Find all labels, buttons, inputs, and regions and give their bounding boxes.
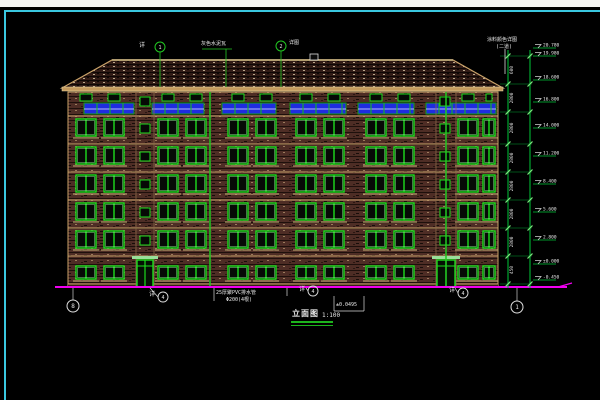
- callout-bubble-number: 4: [161, 295, 164, 301]
- floor-dimension-value: 2800: [509, 92, 515, 103]
- eaves-band: [62, 87, 503, 91]
- roof-tile-note: 灰色水泥瓦: [201, 42, 226, 47]
- elevation-value: 2.800: [543, 235, 557, 241]
- stair-window: [440, 152, 450, 161]
- drawing-border-left: [4, 10, 6, 400]
- title-underline-thick: [291, 321, 333, 323]
- stair-window: [140, 208, 150, 217]
- platform-dimension-text: ±0.0495: [336, 303, 357, 308]
- attic-window: [232, 94, 244, 101]
- roof-callout-label: 详: [139, 43, 145, 49]
- paint-note-line1: 涂料颜色详图: [487, 38, 517, 43]
- callout-bubble-number: 1: [158, 45, 161, 51]
- callout-bubble-number: 2: [279, 44, 282, 50]
- blue-window-band: [426, 103, 496, 114]
- elevation-symbol: [535, 181, 541, 185]
- blue-window-band: [222, 103, 276, 114]
- stair-window: [140, 124, 150, 133]
- elevation-value: ±0.000: [543, 259, 560, 265]
- pipe-note-line1: 25厚聚PVC排水管: [216, 291, 256, 296]
- detail-callout-label: 详图: [289, 41, 299, 46]
- stair-window: [140, 236, 150, 245]
- floor-dimension-value: 2800: [509, 180, 515, 191]
- attic-window: [462, 94, 474, 101]
- elevation-value: 14.000: [543, 123, 560, 129]
- door-canopy: [132, 256, 158, 259]
- detail-callout-mid: 详: [299, 287, 305, 293]
- title-underline-thin: [291, 325, 333, 326]
- axis-number: 8: [71, 303, 75, 310]
- stair-window: [140, 180, 150, 189]
- stair-window: [440, 236, 450, 245]
- stair-window: [440, 124, 450, 133]
- detail-callout-door-left: 详: [149, 292, 155, 298]
- floor-dimension-value: 450: [509, 266, 515, 274]
- attic-window: [190, 94, 202, 101]
- stair-window: [140, 97, 150, 106]
- callout-leader: [455, 288, 458, 293]
- elevation-symbol: [535, 99, 541, 103]
- drawing-border-top: [4, 10, 600, 12]
- floor-dimension-value: 2800: [509, 236, 515, 247]
- attic-window: [300, 94, 312, 101]
- floor-dimension-value: 2800: [509, 122, 515, 133]
- elevation-symbol: [535, 53, 541, 57]
- elevation-symbol: [535, 77, 541, 81]
- attic-window: [398, 94, 410, 101]
- attic-window: [486, 94, 492, 101]
- drawing-title: 立面图: [292, 310, 319, 318]
- elevation-symbol: [535, 261, 541, 265]
- stair-window: [440, 208, 450, 217]
- cad-elevation-canvas: 600 2800 2800 2800 2800 2800 2800 450 20.780 19.9…: [0, 0, 600, 400]
- callout-bubble-number: 4: [461, 291, 464, 297]
- attic-window: [162, 94, 174, 101]
- elevation-symbol: [535, 153, 541, 157]
- roof: [62, 60, 503, 88]
- elevation-value: 5.600: [543, 207, 557, 213]
- elevation-value: 16.800: [543, 97, 560, 103]
- attic-window: [108, 94, 120, 101]
- elevation-value: 8.400: [543, 179, 557, 185]
- elevation-value: 20.780: [543, 43, 560, 49]
- elevation-value: -0.450: [543, 275, 560, 281]
- attic-window: [260, 94, 272, 101]
- attic-window: [80, 94, 92, 101]
- elevation-symbol: [535, 125, 541, 129]
- roof-vent: [310, 54, 318, 60]
- elevation-symbol: [535, 209, 541, 213]
- floor-dimension-value: 2800: [509, 208, 515, 219]
- stair-window: [140, 152, 150, 161]
- drawing-scale: 1:100: [322, 313, 340, 319]
- elevation-value: 11.200: [543, 151, 560, 157]
- blue-window-band: [84, 103, 134, 114]
- attic-window: [370, 94, 382, 101]
- callout-bubble-number: 4: [311, 289, 314, 295]
- detail-callout-door-right: 详: [449, 288, 455, 294]
- attic-window: [328, 94, 340, 101]
- elevation-value: 18.600: [543, 75, 560, 81]
- stair-window: [440, 97, 450, 106]
- elevation-value: 19.980: [543, 51, 560, 57]
- axis-number: 1: [515, 304, 519, 311]
- blue-window-band: [290, 103, 346, 114]
- paint-note-line2: (二道): [496, 45, 512, 50]
- elevation-symbol: [535, 277, 541, 281]
- elevation-symbol: [535, 237, 541, 241]
- elevation-drawing: 600 2800 2800 2800 2800 2800 2800 450 20.780 19.9…: [0, 0, 600, 400]
- pipe-note-line2: Φ200(4根): [226, 298, 252, 303]
- floor-dimension-value: 600: [509, 66, 515, 74]
- floor-dimension-value: 2800: [509, 152, 515, 163]
- blue-window-band: [358, 103, 414, 114]
- elevation-symbol: [535, 45, 541, 49]
- stair-window: [440, 180, 450, 189]
